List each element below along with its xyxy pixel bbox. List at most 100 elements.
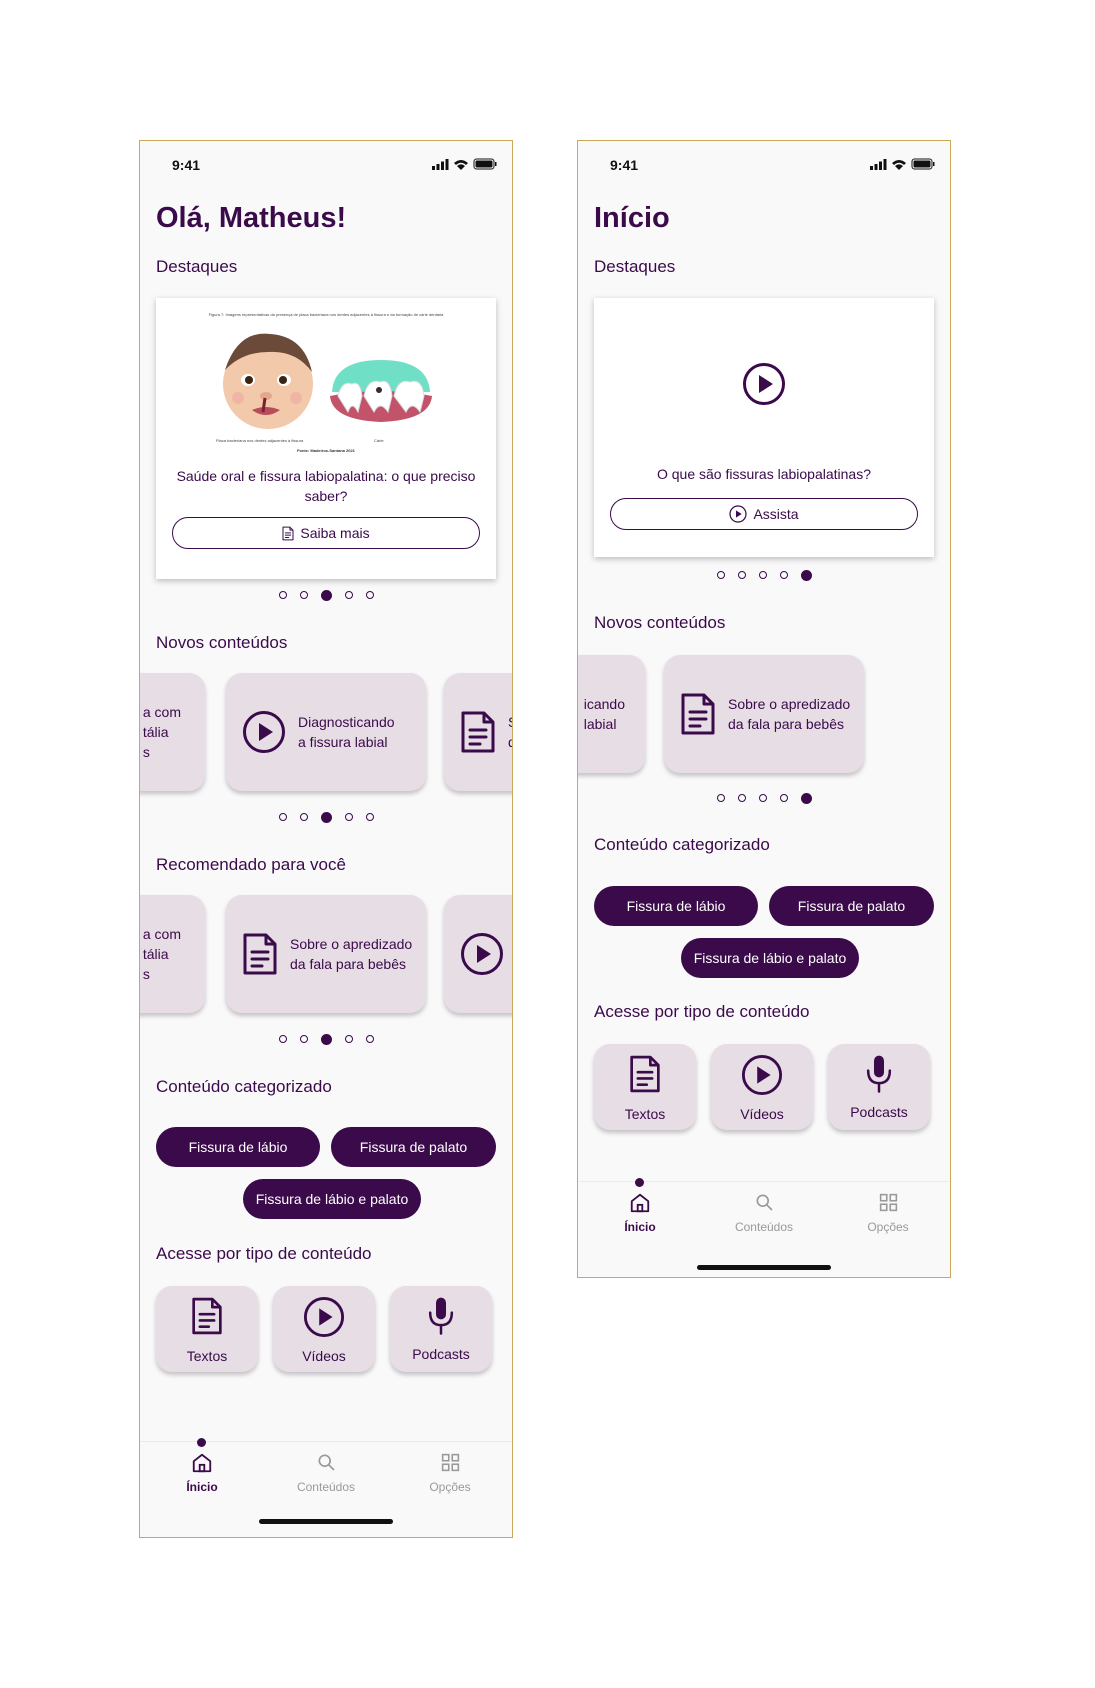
section-title-new-content: Novos conteúdos [594, 613, 726, 632]
figure-label-left: Placa bacteriana nos dentes adjacentes à… [216, 438, 304, 443]
content-card-speech-learning[interactable]: Sobre o apredizado da fala para bebês [664, 655, 864, 773]
carousel-dot[interactable] [779, 571, 788, 579]
type-card-label: Podcasts [850, 1104, 908, 1120]
section-title-by-type: Acesse por tipo de conteúdo [594, 1002, 810, 1021]
category-pill-lip[interactable]: Fissura de lábio [594, 886, 758, 926]
type-card-label: Vídeos [302, 1348, 346, 1364]
carousel-dot[interactable] [365, 813, 374, 821]
status-time: 9:41 [172, 157, 201, 173]
carousel-dot[interactable] [278, 813, 287, 821]
bottom-tab-bar: Ínicio Conteúdos Opções [140, 1438, 512, 1514]
carousel-dot[interactable] [716, 794, 725, 802]
new-content-carousel-dots[interactable] [140, 811, 512, 823]
play-circle-icon [741, 1054, 783, 1096]
carousel-dot[interactable] [758, 571, 767, 579]
watch-button[interactable]: Assista [610, 498, 918, 530]
highlight-carousel-dots[interactable] [140, 589, 512, 601]
content-card-diagnosing[interactable]: Diagnosticando a fissura labial [226, 673, 426, 791]
carousel-dot[interactable] [344, 813, 353, 821]
carousel-dot-active[interactable] [320, 811, 332, 823]
carousel-dot[interactable] [737, 794, 746, 802]
bottom-tab-bar: Ínicio Conteúdos Opções [578, 1178, 950, 1254]
section-title-categorized: Conteúdo categorizado [156, 1077, 332, 1096]
carousel-dot[interactable] [299, 813, 308, 821]
type-card-videos[interactable]: Vídeos [273, 1286, 375, 1372]
section-title-highlights: Destaques [594, 257, 676, 276]
learn-more-button[interactable]: Saiba mais [172, 517, 480, 549]
tab-label: Ínicio [624, 1220, 656, 1234]
status-icons [870, 158, 936, 170]
carousel-dot-active[interactable] [320, 589, 332, 601]
status-icons [432, 158, 498, 170]
carousel-dot[interactable] [716, 571, 725, 579]
category-pill-lip-and-palate[interactable]: Fissura de lábio e palato [243, 1179, 421, 1219]
carousel-dot-active[interactable] [800, 792, 812, 804]
card-text-line: a com [142, 704, 181, 720]
greeting-title: Olá, Matheus! [156, 202, 347, 234]
recommended-card-speech-learning[interactable]: Sobre o apredizado da fala para bebês [226, 895, 426, 1013]
microphone-icon [864, 1052, 894, 1096]
carousel-dot[interactable] [365, 1035, 374, 1043]
home-indicator[interactable] [697, 1265, 831, 1270]
carousel-dot[interactable] [344, 591, 353, 599]
figure-source: Fonte: Madeiros-Santana 2021 [297, 448, 355, 453]
card-text-line: labial [583, 716, 617, 732]
card-text-line: S [508, 712, 512, 732]
grid-icon [440, 1452, 461, 1473]
home-indicator[interactable] [259, 1519, 393, 1524]
type-card-texts[interactable]: Textos [594, 1044, 696, 1130]
content-card-partial[interactable]: S d [444, 673, 512, 791]
new-content-carousel-dots[interactable] [578, 792, 950, 804]
document-icon [242, 932, 278, 976]
carousel-dot-active[interactable] [800, 569, 812, 581]
card-text-line: d [508, 732, 512, 752]
card-text-line: a com [142, 926, 181, 942]
active-tab-marker [635, 1178, 644, 1187]
highlight-video-card[interactable]: O que são fissuras labiopalatinas? Assis… [594, 298, 934, 557]
card-text-line: s [142, 966, 150, 982]
recommended-card-partial[interactable] [444, 895, 512, 1013]
carousel-dot[interactable] [737, 571, 746, 579]
search-icon [316, 1452, 336, 1472]
carousel-dot[interactable] [779, 794, 788, 802]
highlight-card[interactable]: Figura 7: Imagens representativas da pre… [156, 298, 496, 579]
carousel-dot[interactable] [758, 794, 767, 802]
carousel-dot[interactable] [278, 1035, 287, 1043]
play-circle-icon[interactable] [742, 362, 786, 406]
watch-label: Assista [753, 506, 799, 522]
type-card-podcasts[interactable]: Podcasts [828, 1044, 930, 1130]
category-pill-lip-and-palate[interactable]: Fissura de lábio e palato [681, 938, 859, 978]
home-icon [629, 1192, 651, 1214]
figure-label-right: Cárie [374, 438, 384, 443]
teeth-illustration [330, 360, 432, 422]
carousel-dot-active[interactable] [320, 1033, 332, 1045]
type-card-podcasts[interactable]: Podcasts [390, 1286, 492, 1372]
category-pill-palate[interactable]: Fissura de palato [769, 886, 934, 926]
recommended-card-partial[interactable]: a com tália s [140, 895, 205, 1013]
carousel-dot[interactable] [278, 591, 287, 599]
carousel-dot[interactable] [344, 1035, 353, 1043]
card-text-line: da fala para bebês [290, 956, 406, 972]
document-icon [680, 692, 716, 736]
highlight-carousel-dots[interactable] [578, 569, 950, 581]
carousel-dot[interactable] [299, 1035, 308, 1043]
type-card-videos[interactable]: Vídeos [711, 1044, 813, 1130]
type-card-texts[interactable]: Textos [156, 1286, 258, 1372]
card-text-line: icando [583, 696, 625, 712]
section-title-new-content: Novos conteúdos [156, 633, 288, 652]
card-text-line: Sobre o apredizado [728, 696, 851, 712]
carousel-dot[interactable] [299, 591, 308, 599]
phone-screen-home: 9:41 Início Destaques O que são fissuras… [577, 140, 951, 1278]
type-card-label: Vídeos [740, 1106, 784, 1122]
status-time: 9:41 [610, 157, 639, 173]
highlight-figure: Figura 7: Imagens representativas da pre… [176, 312, 476, 462]
document-icon [282, 526, 294, 541]
recommended-carousel-dots[interactable] [140, 1033, 512, 1045]
document-icon [629, 1054, 661, 1094]
category-pill-palate[interactable]: Fissura de palato [331, 1127, 496, 1167]
carousel-dot[interactable] [365, 591, 374, 599]
play-circle-icon [242, 710, 286, 754]
category-pill-lip[interactable]: Fissura de lábio [156, 1127, 320, 1167]
content-card-partial[interactable]: a com tália s [140, 673, 205, 791]
content-card-partial[interactable]: icando labial [578, 655, 645, 773]
